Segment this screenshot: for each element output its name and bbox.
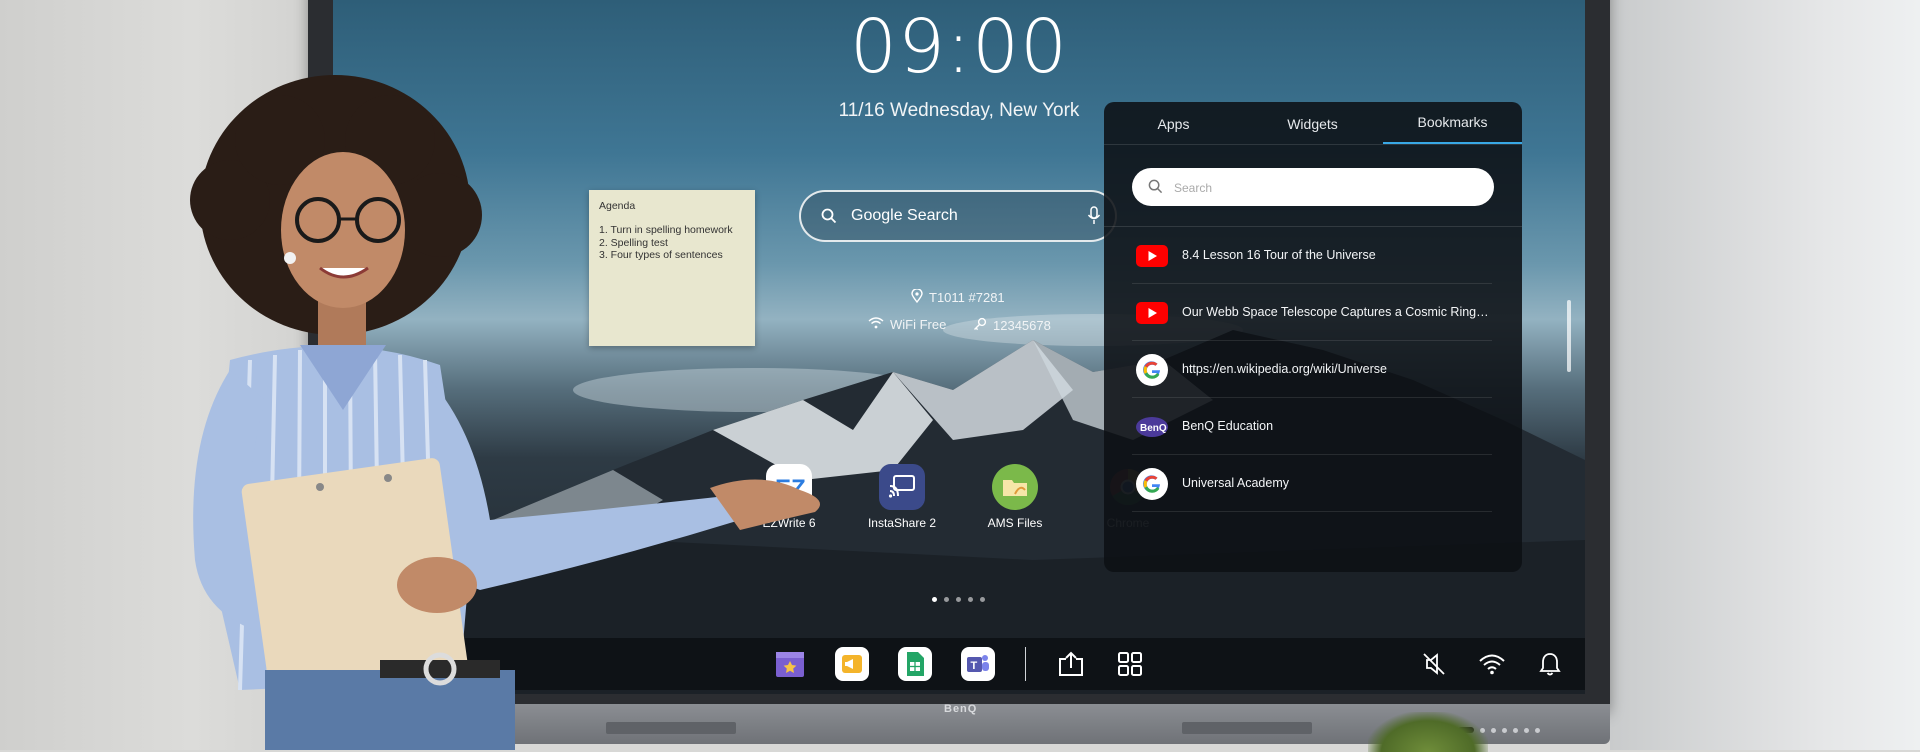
bookmark-title: https://en.wikipedia.org/wiki/Universe — [1182, 362, 1387, 376]
bezel-slot — [606, 722, 736, 734]
bookmark-search-input[interactable] — [1172, 177, 1476, 199]
app-instashare[interactable]: InstaShare 2 — [847, 464, 957, 530]
page-dot[interactable] — [980, 597, 985, 602]
search-divider — [1104, 226, 1522, 227]
wall-right — [1610, 0, 1920, 750]
search-icon — [1148, 179, 1163, 199]
location-pin-icon — [911, 288, 923, 306]
wifi-icon[interactable] — [1475, 647, 1509, 681]
bookmark-item[interactable]: Our Webb Space Telescope Captures a Cosm… — [1104, 285, 1522, 341]
room-label: T1011 #7281 — [929, 290, 1005, 305]
room-info: T1011 #7281 — [911, 288, 1005, 306]
app-label: InstaShare 2 — [867, 516, 937, 530]
tab-bookmarks[interactable]: Bookmarks — [1383, 114, 1522, 130]
taskbar-divider — [1025, 647, 1026, 681]
ezwrite-icon: EZ — [766, 464, 812, 510]
app-label: AMS Files — [987, 516, 1043, 530]
plant — [1368, 712, 1488, 752]
bezel-slot — [1182, 722, 1312, 734]
bookmark-title: Our Webb Space Telescope Captures a Cosm… — [1182, 305, 1492, 319]
store-icon[interactable] — [773, 647, 807, 681]
bookmark-title: Universal Academy — [1182, 476, 1289, 490]
instashare-icon — [879, 464, 925, 510]
app-ams-files[interactable]: AMS Files — [960, 464, 1070, 530]
note-title: Agenda — [599, 200, 636, 212]
sheets-icon[interactable] — [898, 647, 932, 681]
panel-scrollbar[interactable] — [1567, 300, 1571, 372]
page-dot[interactable] — [944, 597, 949, 602]
bookmark-title: BenQ Education — [1182, 419, 1274, 433]
svg-text:EZ: EZ — [775, 475, 806, 502]
youtube-icon — [1136, 240, 1168, 272]
google-icon — [1136, 354, 1168, 386]
app-label: EZWrite 6 — [762, 516, 816, 530]
note-list: 1. Turn in spelling homework 2. Spelling… — [599, 224, 733, 262]
wifi-password: 12345678 — [993, 318, 1051, 333]
wifi-info: WiFi Free — [868, 317, 946, 332]
youtube-icon — [1136, 297, 1168, 329]
svg-text:BenQ: BenQ — [1140, 423, 1167, 434]
clock-time: 09:00 — [849, 4, 1069, 90]
brand-logo: BenQ — [944, 703, 978, 715]
benq-icon: BenQ — [1136, 411, 1168, 443]
note-item: 1. Turn in spelling homework — [599, 224, 733, 236]
bell-icon[interactable] — [1533, 647, 1567, 681]
launcher-panel: Apps Widgets Bookmarks 8.4 Lesson 16 Tou… — [1104, 102, 1522, 572]
google-icon — [1136, 468, 1168, 500]
key-icon — [973, 317, 987, 334]
bookmark-item[interactable]: 8.4 Lesson 16 Tour of the Universe — [1104, 228, 1522, 284]
ams-files-icon — [992, 464, 1038, 510]
app-ezwrite[interactable]: EZ EZWrite 6 — [734, 464, 844, 530]
announcement-icon[interactable] — [835, 647, 869, 681]
note-item: 2. Spelling test — [599, 236, 668, 249]
google-search-bar[interactable]: Google Search — [799, 190, 1117, 242]
taskbar: T — [333, 638, 1585, 690]
apps-grid-icon[interactable] — [1113, 647, 1147, 681]
bookmark-item[interactable]: Universal Academy — [1104, 456, 1522, 512]
search-icon — [821, 208, 837, 229]
wifi-small-icon — [868, 317, 884, 332]
svg-text:T: T — [971, 660, 978, 672]
page-indicator — [932, 597, 985, 602]
page-dot[interactable] — [956, 597, 961, 602]
mute-icon[interactable] — [1417, 647, 1451, 681]
panel-tabs: Apps Widgets Bookmarks — [1104, 102, 1522, 145]
tabs-divider — [1104, 144, 1522, 145]
sticky-note-widget[interactable]: Agenda 1. Turn in spelling homework 2. S… — [589, 190, 755, 346]
page-dot[interactable] — [968, 597, 973, 602]
teams-icon[interactable]: T — [961, 647, 995, 681]
share-upload-icon[interactable] — [1054, 647, 1088, 681]
bookmark-search — [1132, 168, 1494, 206]
tab-widgets[interactable]: Widgets — [1243, 116, 1382, 132]
bookmark-title: 8.4 Lesson 16 Tour of the Universe — [1182, 248, 1376, 262]
wifi-name: WiFi Free — [890, 317, 947, 332]
wall-left — [0, 0, 320, 750]
page-dot[interactable] — [932, 597, 937, 602]
tab-apps[interactable]: Apps — [1104, 116, 1243, 132]
password-info: 12345678 — [973, 317, 1051, 334]
bookmark-item[interactable]: BenQ BenQ Education — [1104, 399, 1522, 455]
microphone-icon[interactable] — [1087, 206, 1101, 231]
note-item: 3. Four types of sentences — [599, 249, 723, 261]
bookmark-item[interactable]: https://en.wikipedia.org/wiki/Universe — [1104, 342, 1522, 398]
google-search-label: Google Search — [851, 207, 958, 224]
